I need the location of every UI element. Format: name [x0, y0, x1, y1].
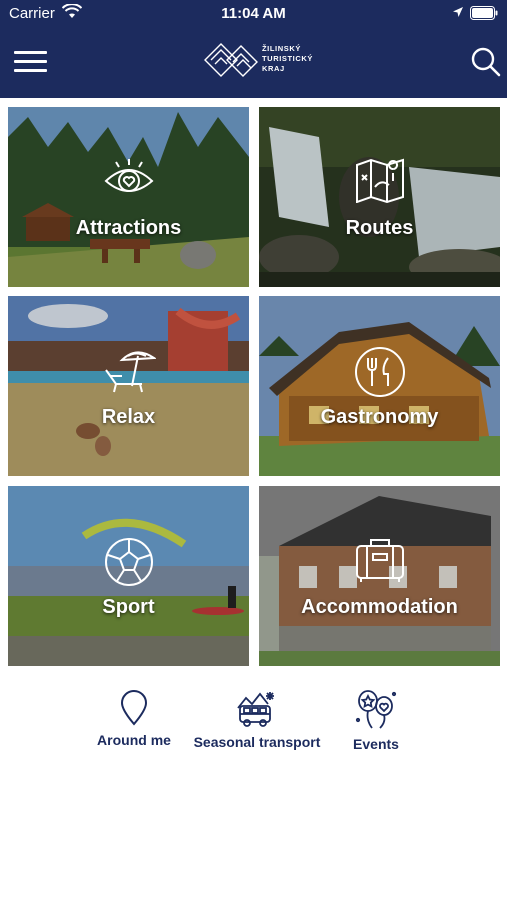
tile-accommodation[interactable]: Accommodation [259, 486, 500, 666]
seasonal-transport-label: Seasonal transport [193, 734, 321, 750]
balloons-icon [355, 690, 397, 729]
tile-gastronomy[interactable]: Gastronomy [259, 296, 500, 476]
tile-label: Sport [102, 596, 155, 618]
logo-text: ŽILINSKÝ TURISTICKÝ KRAJ [262, 44, 313, 73]
fork-knife-icon [354, 347, 405, 397]
ball-icon [104, 538, 153, 586]
eye-heart-icon [104, 159, 153, 192]
tile-label: Gastronomy [320, 406, 439, 428]
menu-button[interactable] [14, 48, 48, 74]
seasonal-transport-link[interactable]: Seasonal transport [188, 690, 326, 760]
location-pin-icon [120, 690, 148, 726]
tile-sport[interactable]: Sport [8, 486, 249, 666]
app-header: Carrier 11:04 AM ŽILINSKÝ TURISTICKÝ KRA… [0, 0, 507, 98]
brand-logo: ŽILINSKÝ TURISTICKÝ KRAJ [203, 40, 315, 82]
tile-attractions[interactable]: Attractions [8, 107, 249, 287]
tile-routes[interactable]: Routes [259, 107, 500, 287]
suitcase-icon [355, 539, 404, 582]
beach-umbrella-icon [104, 351, 156, 393]
bus-icon [237, 692, 274, 727]
search-icon[interactable] [470, 46, 502, 78]
tile-label: Routes [345, 217, 414, 239]
around-me-label: Around me [97, 732, 171, 748]
map-icon [355, 158, 404, 203]
battery-icon [470, 6, 498, 20]
events-label: Events [353, 736, 399, 752]
tile-label: Relax [101, 406, 156, 428]
status-time: 11:04 AM [221, 5, 286, 22]
logo-mark-icon [204, 43, 258, 77]
tile-label: Attractions [75, 217, 182, 239]
location-arrow-icon [453, 7, 463, 17]
status-bar: Carrier 11:04 AM [0, 0, 507, 28]
tile-label: Accommodation [301, 596, 458, 618]
tile-relax[interactable]: Relax [8, 296, 249, 476]
events-link[interactable]: Events [336, 690, 416, 760]
around-me-link[interactable]: Around me [88, 690, 180, 760]
